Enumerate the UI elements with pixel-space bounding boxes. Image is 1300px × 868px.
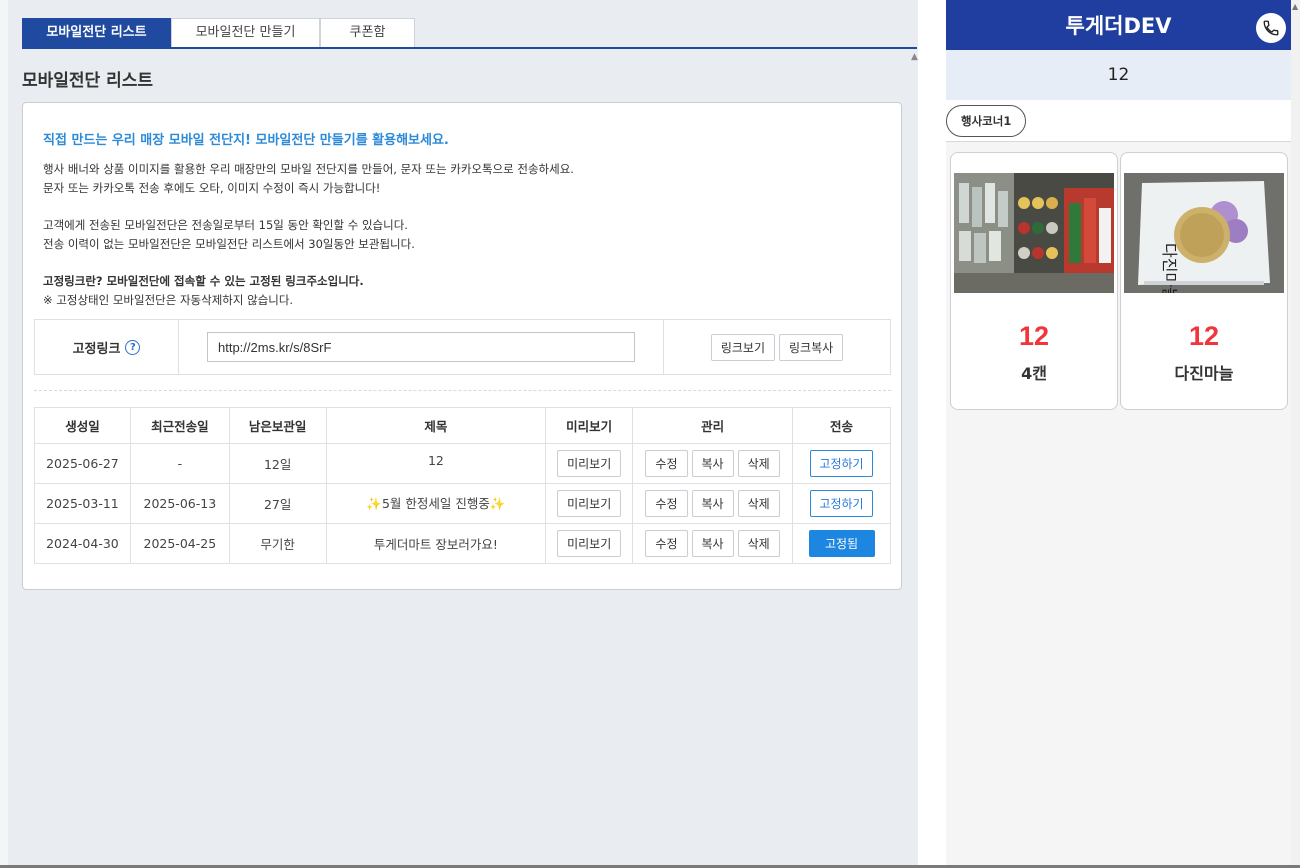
table-row: 2024-04-30 2025-04-25 무기한 투게더마트 장보러가요! 미…	[34, 523, 891, 564]
col-send: 전송	[792, 407, 891, 444]
send-cell: 고정됨	[792, 523, 891, 564]
created-cell: 2025-03-11	[34, 483, 131, 524]
product-card[interactable]: 다진마늘 12 다진마늘	[1120, 152, 1288, 410]
intro-line: 고정링크란? 모바일전단에 접속할 수 있는 고정된 링크주소입니다.	[43, 274, 364, 288]
fixed-status-button[interactable]: 고정됨	[808, 530, 875, 557]
tab-flyer-create[interactable]: 모바일전단 만들기	[171, 18, 320, 47]
title-cell: ✨5월 한정세일 진행중✨	[325, 483, 547, 524]
intro-line: 고객에게 전송된 모바일전단은 전송일로부터 15일 동안 확인할 수 있습니다…	[43, 218, 408, 232]
fix-button[interactable]: 고정하기	[810, 450, 873, 477]
send-cell: 고정하기	[792, 483, 891, 524]
preview-button[interactable]: 미리보기	[557, 530, 622, 557]
product-grid: 12 4캔 다진마늘 12 다진마늘	[946, 142, 1291, 410]
created-cell: 2024-04-30	[34, 523, 131, 564]
send-cell: 고정하기	[792, 443, 891, 484]
product-name: 다진마늘	[1174, 364, 1234, 383]
intro-headline: 직접 만드는 우리 매장 모바일 전단지! 모바일전단 만들기를 활용해보세요.	[43, 133, 449, 148]
col-preview: 미리보기	[545, 407, 634, 444]
remaining-cell: 27일	[228, 483, 327, 524]
col-manage: 관리	[632, 407, 794, 444]
manage-cell: 수정 복사 삭제	[632, 443, 794, 484]
remaining-cell: 12일	[228, 443, 327, 484]
col-remaining: 남은보관일	[228, 407, 327, 444]
product-image	[954, 173, 1114, 293]
intro-note: ※ 고정상태인 모바일전단은 자동삭제하지 않습니다.	[43, 293, 294, 307]
col-title: 제목	[325, 407, 547, 444]
last-sent-cell: 2025-06-13	[129, 483, 230, 524]
mobile-preview: 투게더DEV 12 행사코너1 12 4캔 다진마늘 12 다진마늘	[946, 0, 1291, 868]
tab-bar: 모바일전단 리스트 모바일전단 만들기 쿠폰함	[22, 18, 917, 49]
intro-line: 전송 이력이 없는 모바일전단은 모바일전단 리스트에서 30일동안 보관됩니다…	[43, 237, 415, 251]
product-card[interactable]: 12 4캔	[950, 152, 1118, 410]
edit-button[interactable]: 수정	[645, 450, 688, 477]
scroll-up-icon[interactable]: ▲	[1292, 2, 1298, 11]
copy-link-button[interactable]: 링크복사	[779, 333, 844, 361]
preview-button[interactable]: 미리보기	[557, 490, 622, 517]
table-header-row: 생성일 최근전송일 남은보관일 제목 미리보기 관리 전송	[34, 407, 891, 444]
title-text: 5월 한정세일 진행중	[381, 496, 490, 511]
preview-subtitle: 12	[946, 50, 1291, 100]
scrollbar[interactable]: ▲	[1291, 0, 1300, 868]
fixed-link-buttons: 링크보기 링크복사	[664, 320, 890, 374]
page-title: 모바일전단 리스트	[22, 71, 154, 91]
edit-button[interactable]: 수정	[645, 530, 688, 557]
product-name: 4캔	[1021, 364, 1047, 383]
help-icon[interactable]: ?	[125, 339, 141, 355]
fixed-link-label-cell: 고정링크 ?	[35, 320, 179, 374]
manage-cell: 수정 복사 삭제	[632, 483, 794, 524]
table-row: 2025-03-11 2025-06-13 27일 ✨5월 한정세일 진행중✨ …	[34, 483, 891, 524]
left-edge	[0, 0, 8, 868]
category-bar: 행사코너1	[946, 100, 1291, 142]
intro-line: 행사 배너와 상품 이미지를 활용한 우리 매장만의 모바일 전단지를 만들어,…	[43, 162, 574, 176]
fixed-link-row: 고정링크 ? 링크보기 링크복사	[34, 319, 891, 375]
preview-cell: 미리보기	[545, 443, 634, 484]
remaining-cell: 무기한	[228, 523, 327, 564]
product-price: 12	[1018, 321, 1050, 351]
tab-coupon-box[interactable]: 쿠폰함	[320, 18, 415, 47]
col-created: 생성일	[34, 407, 131, 444]
tab-flyer-list[interactable]: 모바일전단 리스트	[22, 18, 171, 47]
fixed-link-label: 고정링크	[72, 341, 121, 357]
preview-cell: 미리보기	[545, 483, 634, 524]
view-link-button[interactable]: 링크보기	[710, 333, 775, 361]
fixed-link-input-cell	[179, 320, 664, 374]
flyer-table: 생성일 최근전송일 남은보관일 제목 미리보기 관리 전송 2025-06-27…	[34, 407, 891, 564]
divider	[34, 390, 891, 391]
product-image: 다진마늘	[1124, 173, 1284, 293]
fix-button[interactable]: 고정하기	[810, 490, 873, 517]
svg-text:다진마늘: 다진마늘	[1160, 243, 1179, 293]
main-panel: 모바일전단 리스트 모바일전단 만들기 쿠폰함 모바일전단 리스트 직접 만드는…	[8, 0, 918, 868]
fixed-link-input[interactable]	[207, 332, 635, 362]
edit-button[interactable]: 수정	[645, 490, 688, 517]
last-sent-cell: -	[129, 443, 230, 484]
intro-text: 직접 만드는 우리 매장 모바일 전단지! 모바일전단 만들기를 활용해보세요.…	[43, 129, 883, 310]
copy-button[interactable]: 복사	[691, 490, 734, 517]
delete-button[interactable]: 삭제	[737, 450, 780, 477]
created-cell: 2025-06-27	[34, 443, 131, 484]
store-name: 투게더DEV	[1065, 14, 1172, 38]
category-tab[interactable]: 행사코너1	[946, 104, 1027, 137]
sparkle-icon: ✨	[489, 496, 506, 511]
delete-button[interactable]: 삭제	[737, 490, 780, 517]
copy-button[interactable]: 복사	[691, 450, 734, 477]
title-cell: 12	[325, 443, 547, 484]
preview-cell: 미리보기	[545, 523, 634, 564]
sparkle-icon: ✨	[366, 496, 382, 511]
delete-button[interactable]: 삭제	[737, 530, 780, 557]
preview-header: 투게더DEV	[946, 0, 1291, 50]
panel-gutter	[918, 0, 946, 868]
preview-button[interactable]: 미리보기	[557, 450, 622, 477]
phone-icon[interactable]	[1256, 13, 1286, 43]
manage-cell: 수정 복사 삭제	[632, 523, 794, 564]
table-row: 2025-06-27 - 12일 12 미리보기 수정 복사 삭제 고정하기	[34, 443, 891, 484]
col-last-sent: 최근전송일	[129, 407, 230, 444]
title-cell: 투게더마트 장보러가요!	[325, 523, 547, 564]
copy-button[interactable]: 복사	[691, 530, 734, 557]
intro-line: 문자 또는 카카오톡 전송 후에도 오타, 이미지 수정이 즉시 가능합니다!	[43, 181, 381, 195]
last-sent-cell: 2025-04-25	[129, 523, 230, 564]
flyer-list-card: 직접 만드는 우리 매장 모바일 전단지! 모바일전단 만들기를 활용해보세요.…	[22, 102, 902, 590]
product-price: 12	[1188, 321, 1220, 351]
